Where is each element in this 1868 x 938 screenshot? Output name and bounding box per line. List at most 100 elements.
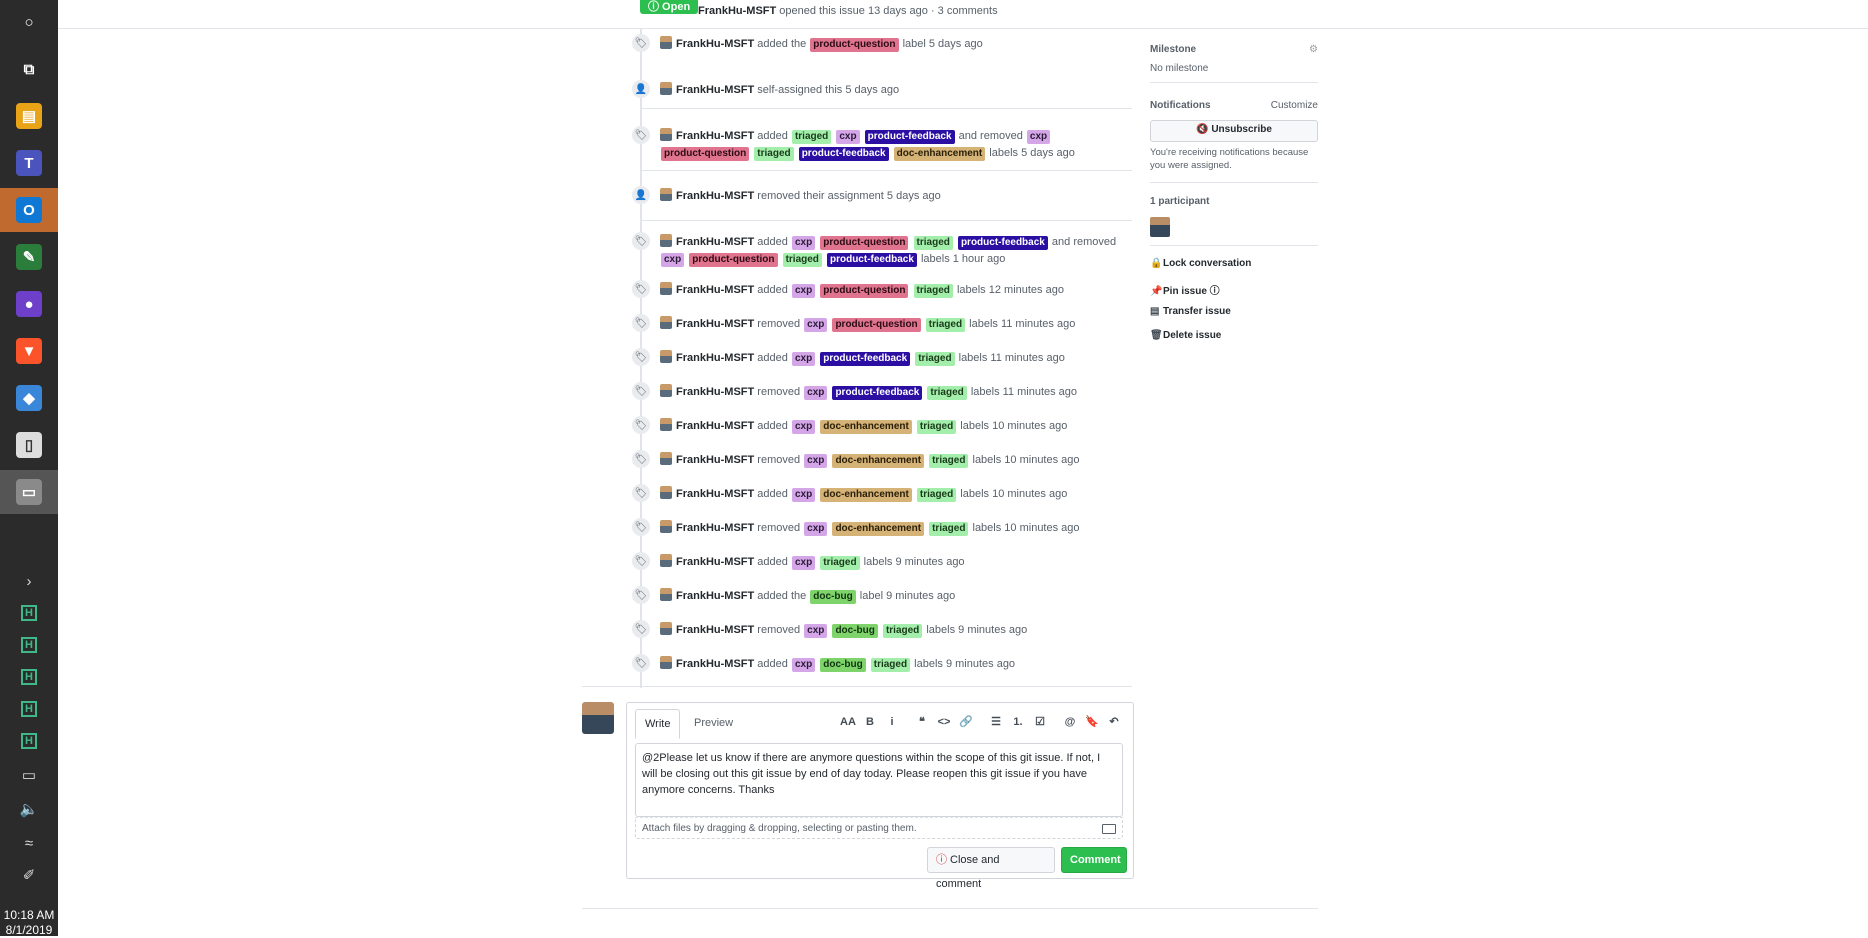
label-cxp[interactable]: cxp bbox=[804, 318, 828, 332]
label-product-feedback[interactable]: product-feedback bbox=[832, 386, 923, 400]
taskbar-app-task-view[interactable]: ⧉ bbox=[0, 47, 58, 91]
customize-link[interactable]: Customize bbox=[1271, 100, 1318, 111]
markdown-icon[interactable] bbox=[1102, 824, 1116, 834]
attach-files-area[interactable]: Attach files by dragging & dropping, sel… bbox=[635, 817, 1123, 839]
label-doc-bug[interactable]: doc-bug bbox=[810, 590, 856, 604]
actor-link[interactable]: FrankHu-MSFT bbox=[676, 454, 754, 466]
label-triaged[interactable]: triaged bbox=[916, 420, 957, 434]
tray-icon[interactable]: ≈ bbox=[0, 828, 58, 858]
actor-avatar[interactable] bbox=[660, 656, 672, 669]
label-doc-bug[interactable]: doc-bug bbox=[820, 658, 866, 672]
actor-link[interactable]: FrankHu-MSFT bbox=[676, 386, 754, 398]
transfer-issue-link[interactable]: ▤ Transfer issue bbox=[1150, 306, 1231, 317]
label-product-question[interactable]: product-question bbox=[689, 253, 778, 267]
code-icon[interactable]: <> bbox=[933, 713, 955, 731]
label-triaged[interactable]: triaged bbox=[915, 352, 955, 366]
label-triaged[interactable]: triaged bbox=[929, 522, 969, 536]
actor-avatar[interactable] bbox=[660, 588, 672, 601]
actor-avatar[interactable] bbox=[660, 384, 672, 397]
label-triaged[interactable]: triaged bbox=[913, 284, 953, 298]
label-product-feedback[interactable]: product-feedback bbox=[820, 352, 911, 366]
label-product-feedback[interactable]: product-feedback bbox=[957, 236, 1048, 250]
label-cxp[interactable]: cxp bbox=[791, 420, 816, 434]
label-cxp[interactable]: cxp bbox=[791, 488, 816, 502]
mention-icon[interactable]: @ bbox=[1059, 713, 1081, 731]
label-triaged[interactable]: triaged bbox=[925, 318, 966, 332]
tab-preview[interactable]: Preview bbox=[685, 709, 742, 737]
numbered-list-icon[interactable]: 1. bbox=[1007, 713, 1029, 731]
quote-icon[interactable]: ❝ bbox=[911, 713, 933, 731]
pin-issue-link[interactable]: 📌Pin issue ⓘ bbox=[1150, 282, 1220, 297]
label-cxp[interactable]: cxp bbox=[804, 386, 828, 400]
label-triaged[interactable]: triaged bbox=[791, 130, 832, 144]
label-doc-enhancement[interactable]: doc-enhancement bbox=[820, 488, 912, 502]
actor-link[interactable]: FrankHu-MSFT bbox=[676, 556, 754, 568]
comment-textarea[interactable]: @2Please let us know if there are anymor… bbox=[635, 743, 1123, 817]
actor-avatar[interactable] bbox=[660, 316, 672, 329]
label-triaged[interactable]: triaged bbox=[916, 488, 957, 502]
actor-avatar[interactable] bbox=[660, 622, 672, 635]
close-and-comment-button[interactable]: ⓘ Close and comment bbox=[927, 847, 1055, 890]
comment-button[interactable]: Comment bbox=[1061, 847, 1127, 873]
bullet-list-icon[interactable]: ☰ bbox=[985, 713, 1007, 731]
actor-avatar[interactable] bbox=[660, 520, 672, 533]
actor-avatar[interactable] bbox=[660, 350, 672, 363]
taskbar-app-app-blue[interactable]: ◆ bbox=[0, 376, 58, 420]
taskbar-app-app-window[interactable]: ▭ bbox=[0, 470, 58, 514]
delete-issue-link[interactable]: 🗑Delete issue bbox=[1150, 330, 1221, 341]
label-product-question[interactable]: product-question bbox=[820, 284, 909, 298]
label-cxp[interactable]: cxp bbox=[791, 352, 816, 366]
label-cxp[interactable]: cxp bbox=[804, 522, 828, 536]
label-triaged[interactable]: triaged bbox=[820, 556, 860, 570]
tray-app-h-icon[interactable]: H bbox=[0, 694, 58, 724]
tray-icon[interactable]: ▭ bbox=[0, 760, 58, 790]
actor-link[interactable]: FrankHu-MSFT bbox=[676, 318, 754, 330]
saved-reply-icon[interactable]: 🔖 bbox=[1081, 713, 1103, 731]
taskbar-app-github-desktop[interactable]: ● bbox=[0, 282, 58, 326]
taskbar-app-document[interactable]: ▯ bbox=[0, 423, 58, 467]
actor-link[interactable]: FrankHu-MSFT bbox=[676, 624, 754, 636]
tray-app-h-icon[interactable]: H bbox=[0, 726, 58, 756]
label-doc-enhancement[interactable]: doc-enhancement bbox=[832, 454, 925, 468]
label-triaged[interactable]: triaged bbox=[870, 658, 911, 672]
actor-avatar[interactable] bbox=[660, 234, 672, 247]
actor-avatar[interactable] bbox=[660, 36, 672, 49]
label-doc-enhancement[interactable]: doc-enhancement bbox=[893, 147, 986, 161]
tray-icon[interactable]: ✐ bbox=[0, 860, 58, 890]
text-size-icon[interactable]: AA bbox=[837, 713, 859, 731]
label-product-feedback[interactable]: product-feedback bbox=[864, 130, 955, 144]
task-list-icon[interactable]: ☑ bbox=[1029, 713, 1051, 731]
taskbar-app-outlook[interactable]: O bbox=[0, 188, 58, 232]
label-cxp[interactable]: cxp bbox=[804, 454, 828, 468]
gear-icon[interactable]: ⚙ bbox=[1309, 44, 1318, 55]
actor-avatar[interactable] bbox=[660, 128, 672, 141]
taskbar-app-brave[interactable]: ▼ bbox=[0, 329, 58, 373]
label-product-feedback[interactable]: product-feedback bbox=[798, 147, 889, 161]
label-doc-enhancement[interactable]: doc-enhancement bbox=[820, 420, 912, 434]
actor-link[interactable]: FrankHu-MSFT bbox=[676, 420, 754, 432]
label-product-question[interactable]: product-question bbox=[820, 236, 909, 250]
tab-write[interactable]: Write bbox=[635, 709, 681, 739]
actor-link[interactable]: FrankHu-MSFT bbox=[676, 658, 754, 670]
label-cxp[interactable]: cxp bbox=[791, 236, 816, 250]
tray-app-h-icon[interactable]: H bbox=[0, 630, 58, 660]
actor-avatar[interactable] bbox=[660, 452, 672, 465]
taskbar-app-file-explorer[interactable]: ▤ bbox=[0, 94, 58, 138]
actor-link[interactable]: FrankHu-MSFT bbox=[676, 522, 754, 534]
issue-author[interactable]: FrankHu-MSFT bbox=[698, 5, 776, 17]
label-triaged[interactable]: triaged bbox=[754, 147, 794, 161]
actor-avatar[interactable] bbox=[660, 282, 672, 295]
actor-avatar[interactable] bbox=[660, 188, 672, 201]
label-product-question[interactable]: product-question bbox=[810, 38, 899, 52]
actor-avatar[interactable] bbox=[660, 486, 672, 499]
label-cxp[interactable]: cxp bbox=[791, 284, 816, 298]
actor-link[interactable]: FrankHu-MSFT bbox=[676, 352, 754, 364]
actor-avatar[interactable] bbox=[660, 82, 672, 95]
label-cxp[interactable]: cxp bbox=[661, 253, 685, 267]
label-doc-bug[interactable]: doc-bug bbox=[832, 624, 878, 638]
tray-app-h-icon[interactable]: H bbox=[0, 662, 58, 692]
taskbar-app-teams[interactable]: T bbox=[0, 141, 58, 185]
actor-link[interactable]: FrankHu-MSFT bbox=[676, 236, 754, 248]
participant-avatar[interactable] bbox=[1150, 217, 1170, 237]
actor-avatar[interactable] bbox=[660, 418, 672, 431]
